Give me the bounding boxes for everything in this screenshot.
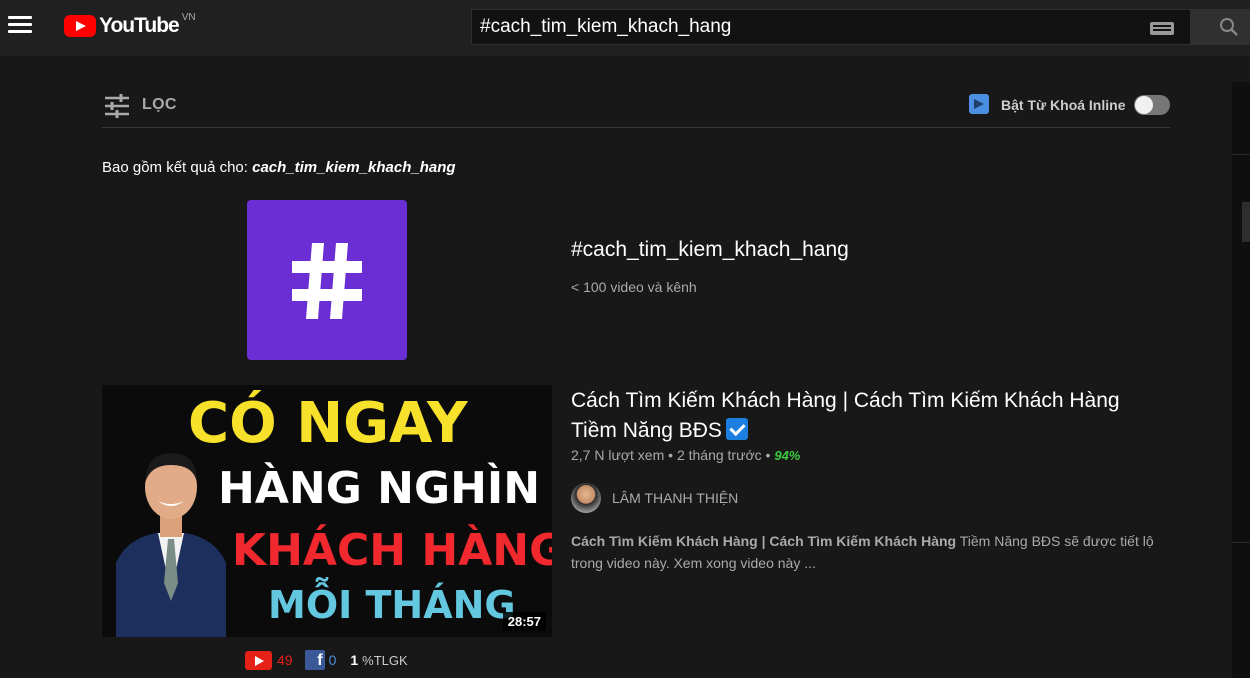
hashtag-title[interactable]: #cach_tim_kiem_khach_hang (571, 238, 849, 262)
inline-keyword-toggle[interactable] (1134, 95, 1170, 115)
facebook-icon: f (304, 650, 325, 670)
video-thumbnail[interactable]: CÓ NGAY HÀNG NGHÌN KHÁCH HÀNG MỖI THÁNG … (102, 385, 552, 637)
channel-info[interactable]: LÂM THANH THIỆN (571, 483, 738, 513)
filter-button[interactable]: LỌC (142, 96, 177, 114)
filter-bar: LỌC Bật Từ Khoá Inline (102, 86, 1170, 128)
channel-name[interactable]: LÂM THANH THIỆN (612, 490, 738, 506)
search-box (471, 9, 1191, 45)
divider (1232, 542, 1250, 543)
thumbnail-text-line: KHÁCH HÀNG (232, 525, 552, 576)
hashtag-thumbnail[interactable] (247, 200, 407, 360)
included-results-note: Bao gồm kết quả cho: cach_tim_kiem_khach… (102, 159, 456, 176)
thumbnail-text-line: HÀNG NGHÌN (218, 463, 541, 514)
hashtag-icon (292, 243, 362, 319)
video-stats: 49 f 0 1 %TLGK (245, 650, 408, 670)
facebook-count: 0 (328, 652, 337, 668)
youtube-icon (245, 650, 272, 670)
presenter-image (116, 453, 226, 637)
checkmark-icon (725, 418, 748, 440)
search-button[interactable] (1191, 9, 1250, 45)
youtube-logo-icon (64, 15, 96, 37)
keyboard-icon[interactable] (1150, 22, 1174, 35)
inline-keyword-icon (969, 94, 989, 114)
percent-badge: 94% (774, 448, 801, 463)
top-bar: YouTube VN (0, 0, 1250, 56)
inline-keyword-label: Bật Từ Khoá Inline (1001, 97, 1126, 113)
filter-icon[interactable] (104, 94, 130, 118)
video-title-text[interactable]: Cách Tìm Kiếm Khách Hàng | Cách Tìm Kiếm… (571, 389, 1120, 442)
divider (1232, 154, 1250, 155)
video-title[interactable]: Cách Tìm Kiếm Khách Hàng | Cách Tìm Kiếm… (571, 386, 1131, 446)
view-count: 2,7 N lượt xem (571, 447, 665, 463)
hashtag-count: < 100 video và kênh (571, 279, 697, 295)
video-metadata: 2,7 N lượt xem • 2 tháng trước • 94% (571, 447, 801, 463)
video-description: Cách Tìm Kiếm Khách Hàng | Cách Tìm Kiếm… (571, 530, 1171, 574)
right-sidebar (1232, 82, 1250, 678)
youtube-count: 49 (277, 652, 293, 668)
tlgk-label: %TLGK (362, 652, 408, 668)
menu-icon[interactable] (8, 16, 32, 36)
include-term-link[interactable]: cach_tim_kiem_khach_hang (252, 159, 455, 176)
include-prefix: Bao gồm kết quả cho: (102, 159, 253, 176)
search-icon (1220, 18, 1238, 36)
upload-age: 2 tháng trước (676, 447, 762, 463)
video-duration: 28:57 (502, 612, 546, 631)
tlgk-value: 1 (350, 652, 359, 668)
search-input[interactable] (480, 10, 1140, 44)
logo-text: YouTube (99, 14, 180, 37)
scroll-handle[interactable] (1242, 202, 1250, 242)
thumbnail-text-line: CÓ NGAY (188, 391, 468, 456)
description-highlight: Cách Tìm Kiếm Khách Hàng | Cách Tìm Kiếm… (571, 533, 957, 549)
logo-country: VN (181, 11, 196, 23)
channel-avatar[interactable] (571, 483, 601, 513)
thumbnail-text-line: MỖI THÁNG (268, 583, 516, 627)
youtube-logo[interactable]: YouTube VN (64, 11, 196, 38)
toggle-knob (1135, 96, 1153, 114)
